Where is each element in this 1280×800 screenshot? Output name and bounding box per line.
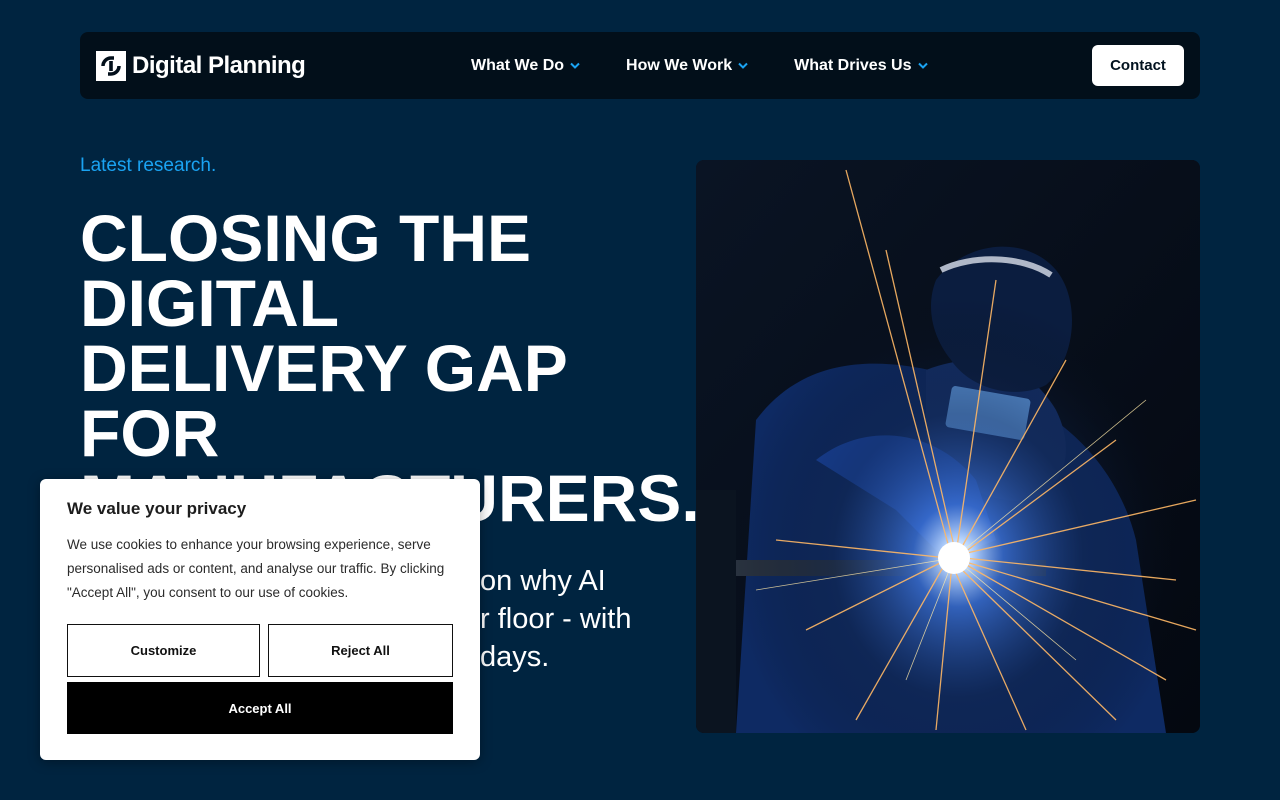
chevron-down-icon [738, 62, 748, 69]
hero-title-line: Delivery Gap [80, 331, 568, 405]
nav-item-what-we-do[interactable]: What We Do [471, 57, 580, 75]
chevron-down-icon [570, 62, 580, 69]
reject-all-button[interactable]: Reject All [268, 624, 453, 677]
customize-button[interactable]: Customize [67, 624, 260, 677]
nav-item-label: What Drives Us [794, 56, 912, 74]
cookie-description: We use cookies to enhance your browsing … [67, 537, 445, 600]
hero-title-line: for [80, 396, 220, 470]
cookie-button-row: Customize Reject All [67, 624, 453, 677]
chevron-down-icon [917, 62, 928, 69]
logo-text: Digital Planning [132, 51, 306, 79]
cookie-title: We value your privacy [67, 499, 247, 518]
contact-button[interactable]: Contact [1092, 45, 1184, 86]
logo-link[interactable]: Digital Planning [96, 50, 306, 81]
hero-eyebrow: Latest research. [80, 155, 217, 176]
nav-item-what-drives-us[interactable]: What Drives Us [794, 56, 928, 75]
nav-item-label: How We Work [626, 56, 733, 74]
nav-item-label: What We Do [471, 56, 565, 74]
cookie-consent-banner: We value your privacy We use cookies to … [40, 479, 480, 760]
welder-photo [696, 160, 1200, 733]
logo-icon [96, 50, 126, 81]
hero-image [696, 160, 1200, 733]
hero-title-line: Closing the [80, 201, 532, 275]
hero-title-line: Digital [80, 266, 340, 340]
nav-item-how-we-work[interactable]: How We Work [626, 57, 748, 75]
accept-all-button[interactable]: Accept All [67, 682, 453, 734]
top-navbar: Digital Planning What We Do How We Work … [80, 32, 1200, 99]
main-nav: What We Do How We Work What Drives Us [471, 32, 974, 99]
